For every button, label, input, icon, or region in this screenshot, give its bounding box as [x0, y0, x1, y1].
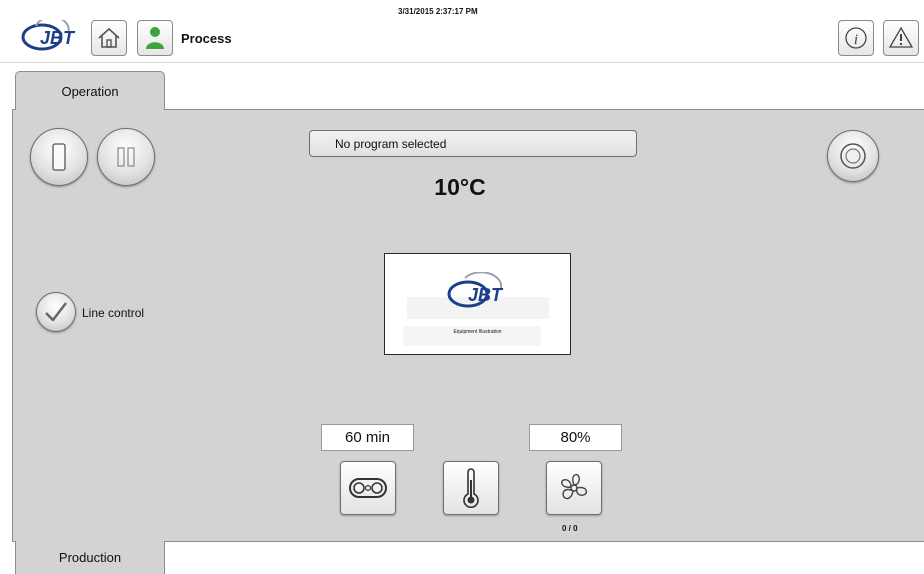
equipment-illustration: JBT Equipment Illustration: [384, 253, 571, 355]
fan-value-text: 80%: [560, 429, 591, 446]
tab-operation-label: Operation: [61, 83, 119, 99]
temperature-display: 10°C: [434, 174, 486, 200]
logo-text: JBT: [40, 28, 76, 48]
svg-text:i: i: [854, 32, 858, 48]
user-button[interactable]: [137, 20, 173, 56]
fan-count-display: 0 / 0: [562, 524, 578, 533]
process-label: Process: [181, 31, 232, 46]
datetime-display: 3/31/2015 2:37:17 PM: [398, 7, 478, 16]
line-control-toggle[interactable]: [36, 292, 76, 332]
home-button[interactable]: [91, 20, 127, 56]
program-status-text: No program selected: [335, 136, 447, 151]
top-bar: JBT Process 3/31/2015 2:37:17 PM i: [0, 0, 924, 70]
warning-icon: [888, 26, 914, 48]
tab-production[interactable]: Production: [15, 541, 165, 574]
jbt-logo: JBT: [18, 16, 84, 54]
info-icon: i: [845, 27, 867, 49]
home-icon: [98, 27, 120, 48]
stop-icon: [840, 143, 866, 169]
info-button[interactable]: i: [838, 20, 874, 56]
program-status-field[interactable]: No program selected: [309, 130, 637, 157]
thermometer-button[interactable]: [443, 461, 499, 515]
thermometer-icon: [463, 468, 479, 508]
header-divider: [0, 62, 924, 63]
warning-button[interactable]: [883, 20, 919, 56]
start-icon: [52, 143, 66, 171]
time-value-text: 60 min: [344, 429, 391, 446]
stop-button[interactable]: [827, 130, 879, 182]
conveyor-belt-button[interactable]: [340, 461, 396, 515]
time-value-field[interactable]: 60 min: [321, 424, 414, 451]
fan-button[interactable]: [546, 461, 602, 515]
pause-icon: [117, 147, 135, 167]
pause-button[interactable]: [97, 128, 155, 186]
illustration-logo: JBT: [441, 271, 511, 312]
tab-operation[interactable]: Operation: [15, 71, 165, 110]
user-icon: [146, 27, 164, 49]
tab-production-label: Production: [58, 550, 122, 565]
illustration-caption: Equipment Illustration: [453, 329, 502, 335]
start-button[interactable]: [30, 128, 88, 186]
illustration-logo-text: JBT: [468, 285, 504, 305]
fan-value-field[interactable]: 80%: [529, 424, 622, 451]
conveyor-belt-icon: [349, 478, 387, 498]
fan-icon: [561, 474, 588, 500]
line-control-label: Line control: [82, 306, 145, 320]
checkmark-icon: [45, 302, 67, 322]
